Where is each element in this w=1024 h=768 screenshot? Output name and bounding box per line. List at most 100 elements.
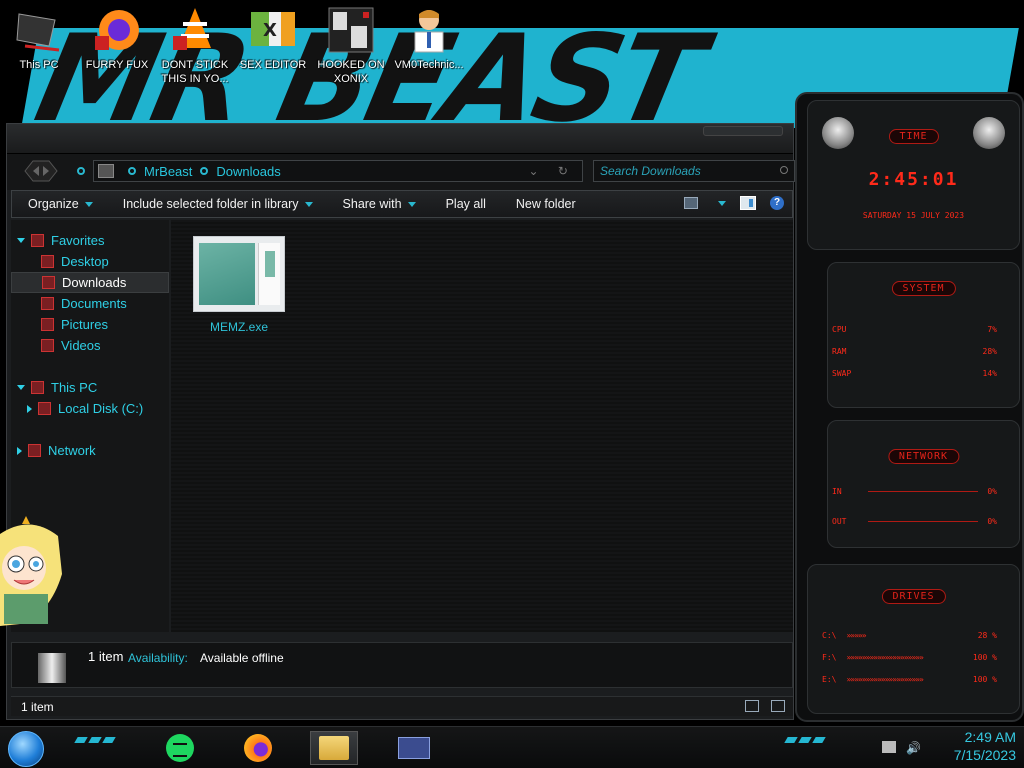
nav-documents[interactable]: Documents [11, 293, 169, 314]
address-controls[interactable]: ⌄ ↻ [529, 164, 576, 178]
preview-pane-icon[interactable] [740, 196, 756, 210]
address-bar[interactable]: MrBeast Downloads ⌄ ↻ [93, 160, 583, 182]
navigation-bar: MrBeast Downloads ⌄ ↻ Search Downloads [7, 154, 795, 190]
nav-local-disk[interactable]: Local Disk (C:) [11, 398, 169, 419]
ram-row: RAM 28% [832, 347, 997, 356]
expand-arrow-icon[interactable] [17, 238, 25, 243]
nav-desktop[interactable]: Desktop [11, 251, 169, 272]
volume-icon[interactable]: 🔊 [906, 741, 921, 755]
breadcrumb-mrbeast[interactable]: MrBeast [144, 164, 192, 179]
desktop-icon-label: VM0Technic... [394, 59, 464, 71]
breadcrumb-separator-icon [128, 167, 136, 175]
taskbar-firefox[interactable] [234, 731, 282, 765]
help-icon[interactable]: ? [770, 196, 784, 210]
drives-title: DRIVES [881, 589, 946, 604]
nav-label: This PC [51, 380, 98, 395]
large-icons-view-icon[interactable] [771, 700, 785, 712]
recent-locations-icon[interactable] [77, 167, 85, 175]
cpu-row: CPU 7% [832, 325, 997, 334]
svg-text:X: X [263, 20, 277, 41]
organize-button[interactable]: Organize [28, 197, 93, 211]
search-icon [780, 166, 788, 174]
network-in-graph [868, 491, 978, 492]
pictures-folder-icon [41, 318, 54, 331]
taskbar-file-explorer[interactable] [310, 731, 358, 765]
desktop-icon-label: DONT STICK THIS IN YO... [161, 59, 229, 85]
new-folder-button[interactable]: New folder [516, 197, 576, 211]
network-icon [28, 444, 41, 457]
network-out-graph [868, 521, 978, 522]
drive-c-value: 28 % [977, 631, 997, 640]
downloads-folder-icon [42, 276, 55, 289]
taskbar-spotify[interactable] [156, 731, 204, 765]
start-button[interactable] [8, 731, 44, 767]
computer-icon [31, 381, 44, 394]
chevron-down-icon [407, 201, 416, 207]
nav-network[interactable]: Network [11, 440, 169, 461]
desktop-folder-icon [41, 255, 54, 268]
organize-label: Organize [28, 197, 79, 211]
drive-c-bar: »»»»» [846, 631, 866, 640]
drive-icon [38, 402, 51, 415]
change-view-icon[interactable] [684, 197, 698, 209]
nav-pictures[interactable]: Pictures [11, 314, 169, 335]
window-app-icon [398, 737, 430, 759]
file-list[interactable]: MEMZ.exe [171, 220, 793, 632]
status-view-icons [745, 700, 785, 712]
nav-downloads[interactable]: Downloads [11, 272, 169, 293]
chevron-down-icon[interactable] [718, 200, 726, 206]
nav-favorites[interactable]: Favorites [11, 230, 169, 251]
file-item-memz[interactable]: MEMZ.exe [189, 236, 289, 334]
nav-label: Favorites [51, 233, 105, 248]
chevron-down-icon [304, 201, 313, 207]
expand-arrow-icon[interactable] [17, 446, 22, 455]
swap-label: SWAP [832, 369, 852, 378]
expand-arrow-icon[interactable] [27, 404, 32, 413]
nav-this-pc[interactable]: This PC [11, 377, 169, 398]
desktop-icons: This PC FURRY FUX DONT STICK THIS IN YO.… [0, 0, 468, 95]
drive-f-label: F:\ [822, 653, 837, 662]
file-name: MEMZ.exe [209, 320, 268, 334]
desktop-icon-label: This PC [19, 59, 59, 71]
network-title: NETWORK [887, 449, 960, 464]
network-status-icon[interactable] [882, 741, 896, 753]
desktop-icon-sex-editor[interactable]: X SEX EDITOR [234, 0, 312, 95]
desktop-icon-hooked-on-xonix[interactable]: HOOKED ON XONIX [312, 0, 390, 95]
desktop-icon-vm0technic[interactable]: VM0Technic... [390, 0, 468, 95]
desktop-icon-label: SEX EDITOR [239, 59, 307, 71]
nav-videos[interactable]: Videos [11, 335, 169, 356]
expand-arrow-icon[interactable] [17, 385, 25, 390]
search-input[interactable]: Search Downloads [593, 160, 795, 182]
share-with-button[interactable]: Share with [343, 197, 416, 211]
explorer-window: MrBeast Downloads ⌄ ↻ Search Downloads O… [6, 123, 795, 720]
details-view-icon[interactable] [745, 700, 759, 712]
breadcrumb-downloads[interactable]: Downloads [216, 164, 280, 179]
network-in-label: IN [832, 487, 842, 496]
include-in-library-button[interactable]: Include selected folder in library [123, 197, 313, 211]
drive-e-label: E:\ [822, 675, 837, 684]
time-panel: TIME 2:45:01 SATURDAY 15 JULY 2023 [807, 100, 1020, 250]
desktop-icon-label: FURRY FUX [85, 59, 149, 71]
desktop-icon-dont-stick[interactable]: DONT STICK THIS IN YO... [156, 0, 234, 95]
taskbar-clock-date[interactable]: 7/15/2023 [954, 747, 1016, 763]
search-placeholder: Search Downloads [600, 164, 701, 178]
taskbar-clock-time[interactable]: 2:49 AM [965, 729, 1016, 745]
taskbar-app[interactable] [390, 731, 438, 765]
desktop-icon-furry-fux[interactable]: FURRY FUX [78, 0, 156, 95]
exe-file-icon [193, 236, 285, 312]
drive-f-value: 100 % [972, 653, 997, 662]
folder-icon [319, 736, 349, 760]
new-folder-label: New folder [515, 197, 576, 211]
gadget-date: SATURDAY 15 JULY 2023 [862, 211, 965, 220]
desktop-icon-this-pc[interactable]: This PC [0, 0, 78, 95]
play-all-button[interactable]: Play all [446, 197, 486, 211]
nav-label: Network [48, 443, 96, 458]
documents-folder-icon [41, 297, 54, 310]
back-forward-icon[interactable] [23, 158, 59, 184]
status-item-count: 1 item [21, 700, 54, 714]
doctor-icon [405, 6, 453, 54]
ram-label: RAM [832, 347, 847, 356]
selection-icon [38, 653, 66, 683]
network-panel: NETWORK IN 0% OUT 0% [827, 420, 1020, 548]
system-title: SYSTEM [891, 281, 956, 296]
